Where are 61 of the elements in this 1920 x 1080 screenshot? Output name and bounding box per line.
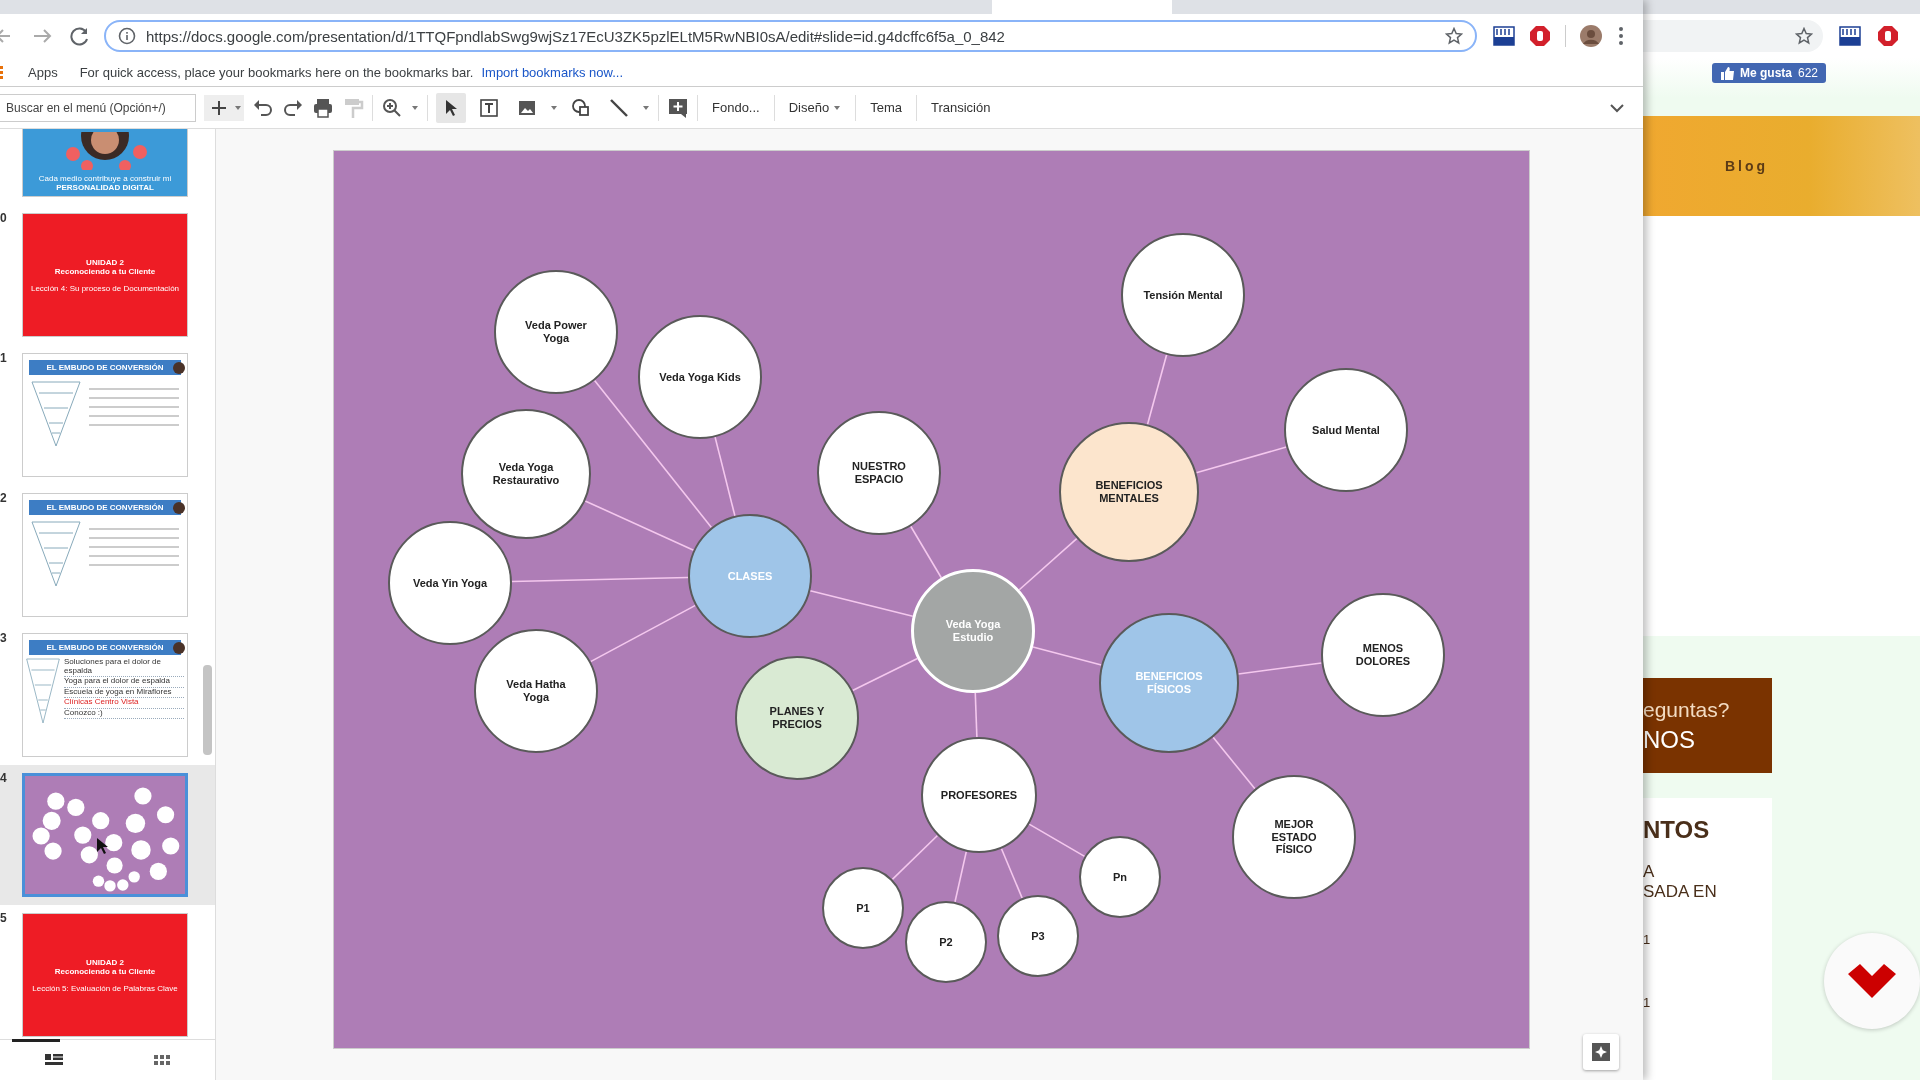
like-button[interactable]: Me gusta 622: [1712, 63, 1827, 83]
thumbnail-heading: PERSONALIDAD DIGITAL: [55, 183, 155, 192]
thumbnail-list-item: Escuela de yoga en Miraflores: [64, 687, 184, 698]
slide-number: 0: [0, 211, 8, 225]
bubble-node: Veda Power Yoga: [494, 270, 618, 394]
slide-thumbnail[interactable]: EL EMBUDO DE CONVERSIÓN: [22, 493, 188, 617]
bubble-node: P3: [997, 895, 1079, 977]
thumbnail-title: Reconociendo a tu Cliente: [54, 966, 156, 976]
thumbnail-caption: Cada medio contribuye a construir mi: [37, 174, 173, 183]
thumbnail-title: UNIDAD 2: [86, 957, 124, 967]
bubble-node: CLASES: [688, 514, 812, 638]
bubble-node: BENEFICIOS MENTALES: [1059, 422, 1199, 562]
bubble-node: NUESTRO ESPACIO: [817, 411, 941, 535]
bubble-node: Salud Mental: [1284, 368, 1408, 492]
url-text: https://docs.google.com/presentation/d/1TTQFpndlabSwg9wjSz17EcU3ZK5pzlELtM5RwNBI0sA/edit#slide=id.g4dcffc6f5a_0_842: [146, 27, 1006, 45]
slide-thumbnail[interactable]: EL EMBUDO DE CONVERSIÓN: [22, 353, 188, 477]
bubble-node: Pn: [1079, 836, 1161, 918]
bubble-node: P2: [905, 901, 987, 983]
thumbnail-title: UNIDAD 2: [86, 257, 124, 267]
thumbnail-list-item: Conozco :): [64, 708, 184, 719]
bubble-node: PROFESORES: [921, 737, 1037, 853]
slide-number: 1: [0, 351, 8, 365]
thumbnail-header: EL EMBUDO DE CONVERSIÓN: [29, 640, 181, 655]
bubble-node: Veda Yoga Restaurativo: [461, 409, 591, 539]
slide-thumbnail[interactable]: UNIDAD 2 Reconociendo a tu Cliente Lección 4: Su proceso de Documentación: [22, 213, 188, 337]
menu-search-field[interactable]: Buscar en el menú (Opción+/): [0, 93, 196, 122]
bubble-node: Veda Yoga Estudio: [911, 569, 1035, 693]
bubble-node: P1: [822, 867, 904, 949]
slide-number: 4: [0, 771, 8, 785]
thumbnail-list-item: Soluciones para el dolor de espalda: [64, 658, 184, 677]
apps-link[interactable]: Apps: [28, 64, 58, 80]
bubble-node: PLANES Y PRECIOS: [735, 656, 859, 780]
toolbar-button[interactable]: Diseño: [782, 96, 848, 119]
bookmarks-hint: For quick access, place your bookmarks here on the bookmarks bar.: [79, 64, 474, 80]
slide-number: 5: [0, 911, 8, 925]
thumbnail-list-item: Yoga para el dolor de espalda: [64, 677, 184, 688]
events-card: NTOS A SADA EN 1 1: [1643, 798, 1772, 1080]
address-field[interactable]: https://docs.google.com/presentation/d/1TTQFpndlabSwg9wjSz17EcU3ZK5pzlELtM5RwNBI0sA/edit#slide=id.g4dcffc6f5a_0_842: [104, 20, 1477, 52]
slide-thumbnail[interactable]: EL EMBUDO DE CONVERSIÓN Soluciones para el dolor de espalda Yoga para el dolor de espalda Escuela de yoga en Miraflores Clínicas Centro Vista Conozco :): [22, 633, 188, 757]
bubble-node: Veda Hatha Yoga: [474, 629, 598, 753]
slide-number: 2: [0, 491, 8, 505]
toolbar-button[interactable]: Tema: [864, 96, 908, 119]
bubble-node: Tensión Mental: [1121, 233, 1245, 357]
contact-box[interactable]: eguntas? NOS: [1643, 678, 1772, 773]
bubble-node: Veda Yin Yoga: [388, 521, 512, 645]
toolbar-button[interactable]: Fondo...: [706, 96, 766, 119]
toolbar-button[interactable]: Transición: [924, 96, 997, 119]
import-bookmarks-link[interactable]: Import bookmarks now...: [481, 64, 624, 80]
bubble-node: MEJOR ESTADO FÍSICO: [1232, 775, 1356, 899]
thumbnail-header: EL EMBUDO DE CONVERSIÓN: [29, 500, 181, 515]
slide-number: 3: [0, 631, 8, 645]
thumbnail-subtitle: Lección 5: Evaluación de Palabras Clave: [32, 983, 178, 993]
thumbnail-header: EL EMBUDO DE CONVERSIÓN: [29, 360, 181, 375]
thumbnail-subtitle: Lección 4: Su proceso de Documentación: [30, 283, 180, 293]
thumbnail-title: Reconociendo a tu Cliente: [54, 266, 156, 276]
blog-link[interactable]: Blog: [1725, 158, 1769, 174]
bubble-node: BENEFICIOS FÍSICOS: [1099, 613, 1239, 753]
bubble-node: MENOS DOLORES: [1321, 593, 1445, 717]
bubble-node: Veda Yoga Kids: [638, 315, 762, 439]
slide-thumbnail[interactable]: UNIDAD 2 Reconociendo a tu Cliente Lección 5: Evaluación de Palabras Clave: [22, 913, 188, 1037]
thumbnail-list-item: Clínicas Centro Vista: [64, 698, 184, 709]
